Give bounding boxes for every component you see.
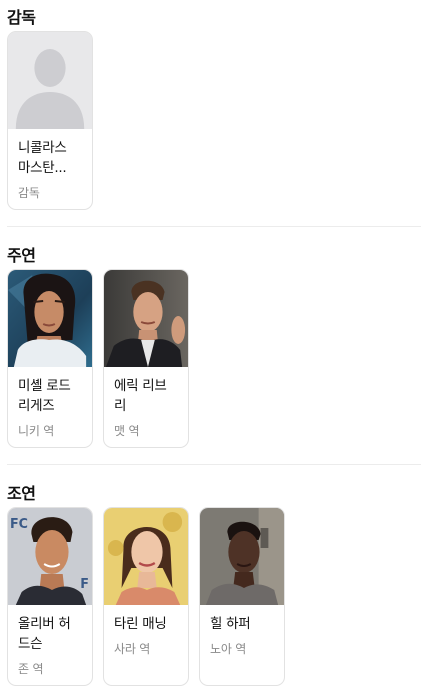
- person-card-taryn[interactable]: 타린 매닝 사라 역: [103, 507, 189, 686]
- person-role: 맷 역: [114, 424, 140, 438]
- person-name: 에릭 리브 리: [114, 378, 167, 414]
- svg-text:FC: FC: [10, 517, 28, 532]
- person-card-michelle[interactable]: 미셸 로드 리게즈 니키 역: [7, 269, 93, 448]
- section-title-supporting: 조연: [7, 484, 36, 503]
- actor-photo: [104, 508, 188, 605]
- actor-photo: FC F: [8, 508, 92, 605]
- section-title-lead: 주연: [7, 246, 36, 265]
- person-role: 니키 역: [18, 424, 55, 438]
- actor-photo: [200, 508, 284, 605]
- person-role: 노아 역: [210, 642, 247, 656]
- section-divider: [7, 226, 421, 227]
- person-name: 힐 하퍼: [210, 616, 251, 632]
- supporting-section: 조연 FC F 올리버 허 드슨 존 역 타린 매닝 사라 역 힐 하퍼 노아 …: [0, 478, 422, 686]
- person-name: 니콜라스 마스탄...: [18, 140, 67, 176]
- person-card-eric[interactable]: 에릭 리브 리 맷 역: [103, 269, 189, 448]
- director-section: 감독 니콜라스 마스탄... 감독: [0, 0, 422, 227]
- actor-photo: [8, 270, 92, 367]
- person-role: 감독: [18, 186, 40, 200]
- actor-photo: [104, 270, 188, 367]
- person-name: 타린 매닝: [114, 616, 167, 632]
- section-divider: [7, 464, 421, 465]
- person-card-oliver[interactable]: FC F 올리버 허 드슨 존 역: [7, 507, 93, 686]
- svg-text:F: F: [80, 577, 89, 592]
- section-title-director: 감독: [7, 8, 36, 27]
- person-card-hill[interactable]: 힐 하퍼 노아 역: [199, 507, 285, 686]
- person-name: 올리버 허 드슨: [18, 616, 71, 652]
- lead-section: 주연 미셸 로드 리게즈 니키 역 에릭 리브 리 맷 역: [0, 240, 422, 465]
- person-name: 미셸 로드 리게즈: [18, 378, 71, 414]
- person-card-director[interactable]: 니콜라스 마스탄... 감독: [7, 31, 93, 210]
- placeholder-avatar-icon: [8, 32, 92, 129]
- person-role: 사라 역: [114, 642, 151, 656]
- person-role: 존 역: [18, 662, 44, 676]
